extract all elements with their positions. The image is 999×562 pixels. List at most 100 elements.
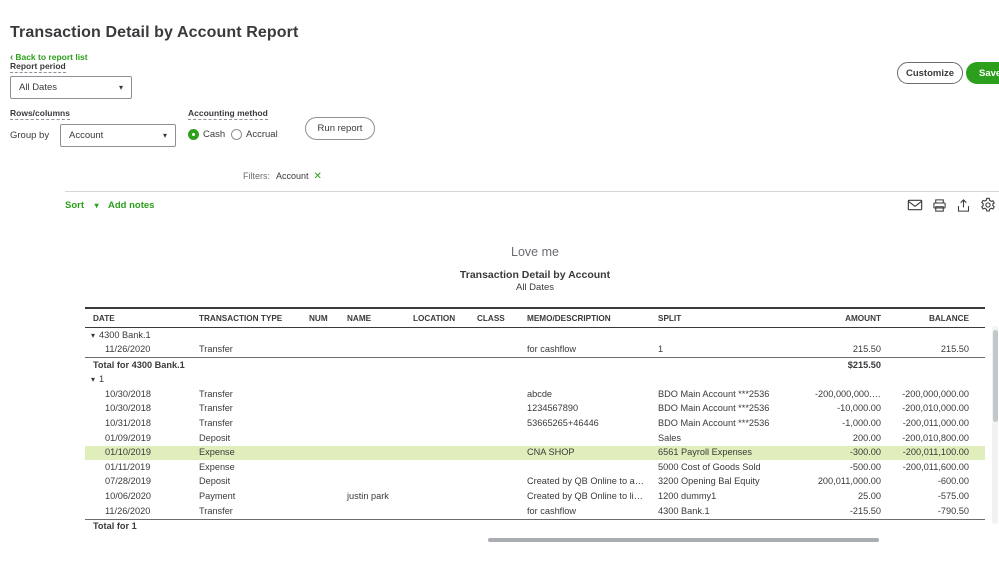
collapse-caret-icon[interactable]: ▾	[91, 375, 95, 384]
cell-balance[interactable]: -200,010,800.00	[885, 431, 985, 446]
add-notes-button[interactable]: Add notes	[108, 200, 154, 211]
cell-split[interactable]: 6561 Payroll Expenses	[650, 446, 807, 461]
cell-date[interactable]: 10/31/2018	[85, 417, 191, 432]
cell-balance[interactable]: -790.50	[885, 504, 985, 519]
cell-location[interactable]	[405, 490, 469, 505]
cell-class[interactable]	[469, 343, 519, 358]
cell-num[interactable]	[301, 460, 339, 475]
settings-gear-icon[interactable]	[980, 197, 996, 213]
vertical-scrollbar-thumb[interactable]	[993, 330, 998, 422]
transaction-row[interactable]: 11/26/2020Transferfor cashflow1215.50215…	[85, 343, 985, 358]
transaction-row[interactable]: 10/30/2018TransferabcdeBDO Main Account …	[85, 387, 985, 402]
cell-location[interactable]	[405, 460, 469, 475]
transaction-row[interactable]: 07/28/2019DepositCreated by QB Online to…	[85, 475, 985, 490]
cell-memo[interactable]: for cashflow	[519, 343, 650, 358]
cell-amount[interactable]: -10,000.00	[807, 402, 885, 417]
cell-date[interactable]: 11/26/2020	[85, 504, 191, 519]
cell-date[interactable]: 01/10/2019	[85, 446, 191, 461]
transaction-row[interactable]: 11/26/2020Transferfor cashflow4300 Bank.…	[85, 504, 985, 519]
cell-split[interactable]: 5000 Cost of Goods Sold	[650, 460, 807, 475]
cell-split[interactable]: 1200 dummy1	[650, 490, 807, 505]
transaction-row[interactable]: 01/10/2019Expense CNA SHOP6561 Payroll Ex…	[85, 446, 985, 461]
cell-class[interactable]	[469, 475, 519, 490]
cash-radio[interactable]: Cash	[188, 129, 225, 140]
cell-class[interactable]	[469, 417, 519, 432]
cell-class[interactable]	[469, 490, 519, 505]
remove-filter-icon[interactable]: ✕	[314, 172, 322, 181]
cell-memo[interactable]: Created by QB Online to adjust ...	[519, 475, 650, 490]
cell-type[interactable]: Expense	[191, 446, 301, 461]
cell-memo[interactable]: Created by QB Online to link cre...	[519, 490, 650, 505]
cell-date[interactable]: 01/09/2019	[85, 431, 191, 446]
email-icon[interactable]	[907, 198, 923, 212]
filter-chip[interactable]: Account ✕	[276, 171, 322, 181]
cell-num[interactable]	[301, 387, 339, 402]
cell-split[interactable]: 3200 Opening Bal Equity	[650, 475, 807, 490]
cell-balance[interactable]: -200,011,100.00	[885, 446, 985, 461]
cell-date[interactable]: 10/30/2018	[85, 387, 191, 402]
cell-date[interactable]: 11/26/2020	[85, 343, 191, 358]
cell-location[interactable]	[405, 504, 469, 519]
cell-type[interactable]: Transfer	[191, 417, 301, 432]
cell-amount[interactable]: 215.50	[807, 343, 885, 358]
cell-num[interactable]	[301, 446, 339, 461]
cell-memo[interactable]: for cashflow	[519, 504, 650, 519]
cell-balance[interactable]: -200,000,000.00	[885, 387, 985, 402]
transaction-row[interactable]: 01/11/2019Expense5000 Cost of Goods Sold…	[85, 460, 985, 475]
cell-location[interactable]	[405, 475, 469, 490]
transaction-row[interactable]: 10/30/2018Transfer1234567890BDO Main Acc…	[85, 402, 985, 417]
cell-type[interactable]: Deposit	[191, 431, 301, 446]
cell-class[interactable]	[469, 387, 519, 402]
cell-split[interactable]: BDO Main Account ***2536	[650, 387, 807, 402]
cell-name[interactable]	[339, 387, 405, 402]
cell-date[interactable]: 10/30/2018	[85, 402, 191, 417]
horizontal-scrollbar-thumb[interactable]	[488, 538, 879, 542]
cell-amount[interactable]: 200,011,000.00	[807, 475, 885, 490]
cell-num[interactable]	[301, 417, 339, 432]
cell-name[interactable]	[339, 417, 405, 432]
cell-amount[interactable]: 25.00	[807, 490, 885, 505]
cell-name[interactable]	[339, 343, 405, 358]
cell-memo[interactable]: 1234567890	[519, 402, 650, 417]
group-by-select[interactable]: Account ▾	[60, 124, 176, 147]
cell-name[interactable]	[339, 504, 405, 519]
cell-split[interactable]: 4300 Bank.1	[650, 504, 807, 519]
cell-num[interactable]	[301, 490, 339, 505]
export-icon[interactable]	[956, 198, 971, 213]
cell-type[interactable]: Transfer	[191, 402, 301, 417]
transaction-row[interactable]: 01/09/2019DepositSales200.00-200,010,800…	[85, 431, 985, 446]
cell-balance[interactable]: -200,011,600.00	[885, 460, 985, 475]
cell-name[interactable]: justin park	[339, 490, 405, 505]
cell-location[interactable]	[405, 343, 469, 358]
cell-class[interactable]	[469, 504, 519, 519]
cell-location[interactable]	[405, 431, 469, 446]
cell-class[interactable]	[469, 402, 519, 417]
cell-class[interactable]	[469, 446, 519, 461]
cell-split[interactable]: 1	[650, 343, 807, 358]
save-button[interactable]: Save	[966, 62, 999, 84]
cell-type[interactable]: Expense	[191, 460, 301, 475]
cell-location[interactable]	[405, 402, 469, 417]
cell-memo[interactable]: CNA SHOP	[519, 446, 650, 461]
cell-name[interactable]	[339, 431, 405, 446]
cell-location[interactable]	[405, 446, 469, 461]
cell-type[interactable]: Transfer	[191, 343, 301, 358]
cell-num[interactable]	[301, 431, 339, 446]
cell-amount[interactable]: -200,000,000.00	[807, 387, 885, 402]
cell-memo[interactable]: abcde	[519, 387, 650, 402]
accrual-radio[interactable]: Accrual	[231, 129, 278, 140]
cell-name[interactable]	[339, 475, 405, 490]
cell-class[interactable]	[469, 460, 519, 475]
transaction-row[interactable]: 10/06/2020Paymentjustin parkCreated by Q…	[85, 490, 985, 505]
cell-balance[interactable]: -200,011,000.00	[885, 417, 985, 432]
cell-date[interactable]: 10/06/2020	[85, 490, 191, 505]
cell-amount[interactable]: 200.00	[807, 431, 885, 446]
cell-location[interactable]	[405, 387, 469, 402]
cell-balance[interactable]: 215.50	[885, 343, 985, 358]
cell-name[interactable]	[339, 446, 405, 461]
cell-type[interactable]: Deposit	[191, 475, 301, 490]
cell-location[interactable]	[405, 417, 469, 432]
section-header-row[interactable]: ▾4300 Bank.1	[85, 328, 985, 343]
cell-name[interactable]	[339, 460, 405, 475]
cell-name[interactable]	[339, 402, 405, 417]
